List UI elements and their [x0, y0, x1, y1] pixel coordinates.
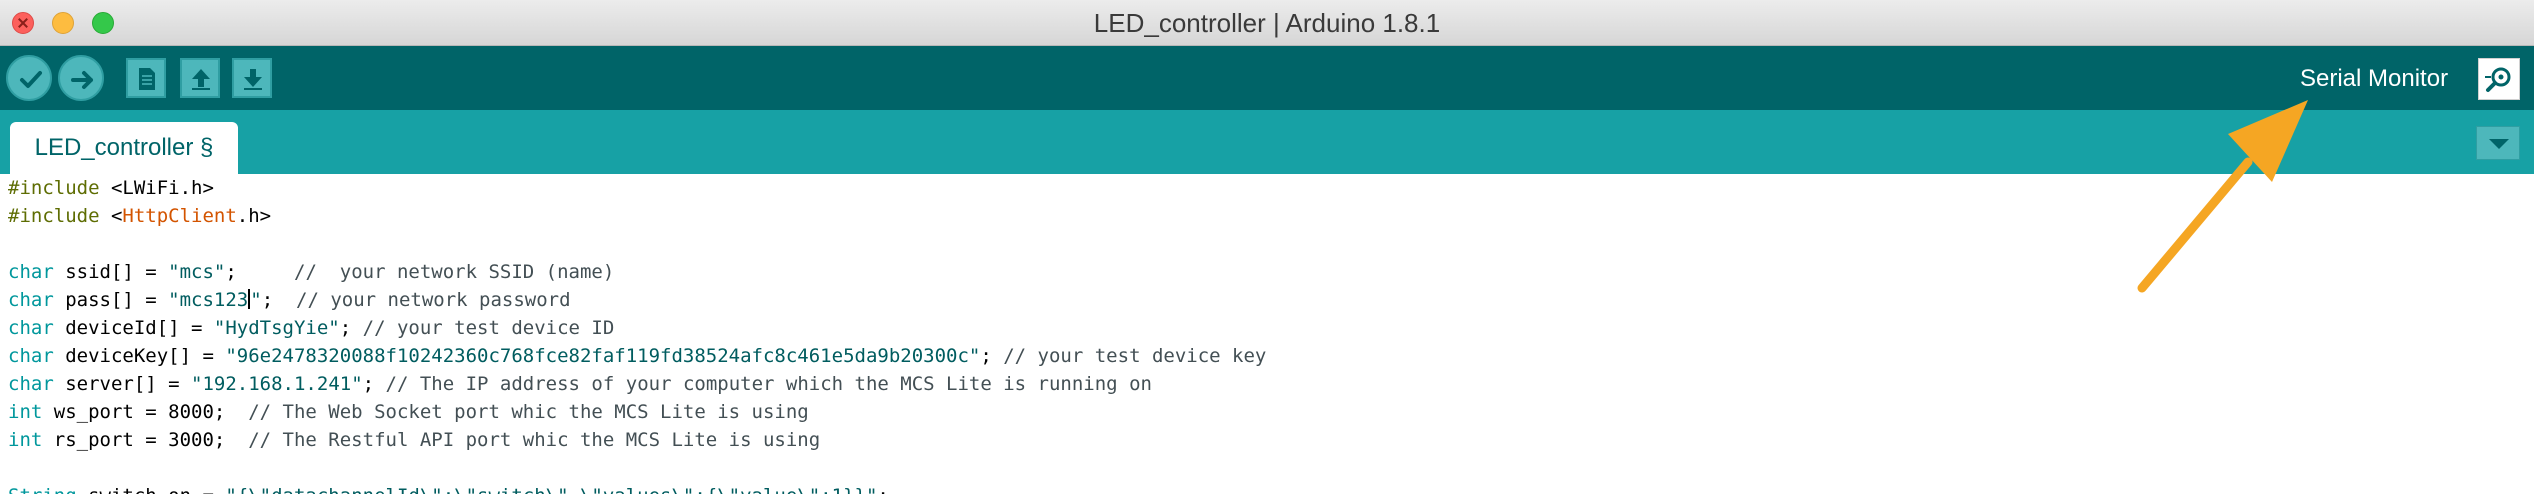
code-line: char deviceKey[] = "96e2478320088f102423… [8, 345, 1267, 367]
arrow-down-icon [244, 69, 262, 90]
open-sketch-button[interactable] [180, 58, 220, 98]
code-line: int ws_port = 8000; // The Web Socket po… [8, 401, 809, 423]
serial-monitor-button[interactable] [2478, 58, 2520, 100]
code-line: char deviceId[] = "HydTsgYie"; // your t… [8, 317, 615, 339]
code-line: #include <LWiFi.h> [8, 177, 214, 199]
verify-button[interactable] [6, 55, 52, 101]
window-title: LED_controller | Arduino 1.8.1 [1093, 8, 1441, 38]
tab-menu-button[interactable] [2476, 126, 2520, 160]
arrow-right-icon [71, 71, 93, 89]
code-line: char ssid[] = "mcs"; // your network SSI… [8, 261, 615, 283]
annotation-arrow-icon [2137, 100, 2308, 293]
arrow-up-icon [192, 69, 210, 90]
magnifier-icon [2485, 67, 2511, 92]
save-sketch-button[interactable] [232, 58, 272, 98]
code-line: int rs_port = 3000; // The Restful API p… [8, 429, 821, 451]
triangle-down-icon [2489, 139, 2509, 149]
document-icon [139, 68, 155, 90]
code-line: String switch_on = "{\"datachannelId\":\… [8, 482, 889, 494]
checkmark-icon [20, 71, 42, 88]
code-line: char pass[] = "mcs123 "; // your network … [8, 289, 571, 311]
code-line: #include <HttpClient.h> [8, 205, 272, 227]
code-line: char server[] = "192.168.1.241"; // The … [8, 373, 1152, 395]
new-sketch-button[interactable] [126, 58, 166, 98]
tab-led-controller[interactable]: LED_controller § [10, 122, 238, 174]
title-bar: LED_controller | Arduino 1.8.1 [0, 0, 2534, 46]
upload-button[interactable] [58, 55, 104, 101]
serial-monitor-label: Serial Monitor [2300, 65, 2449, 92]
